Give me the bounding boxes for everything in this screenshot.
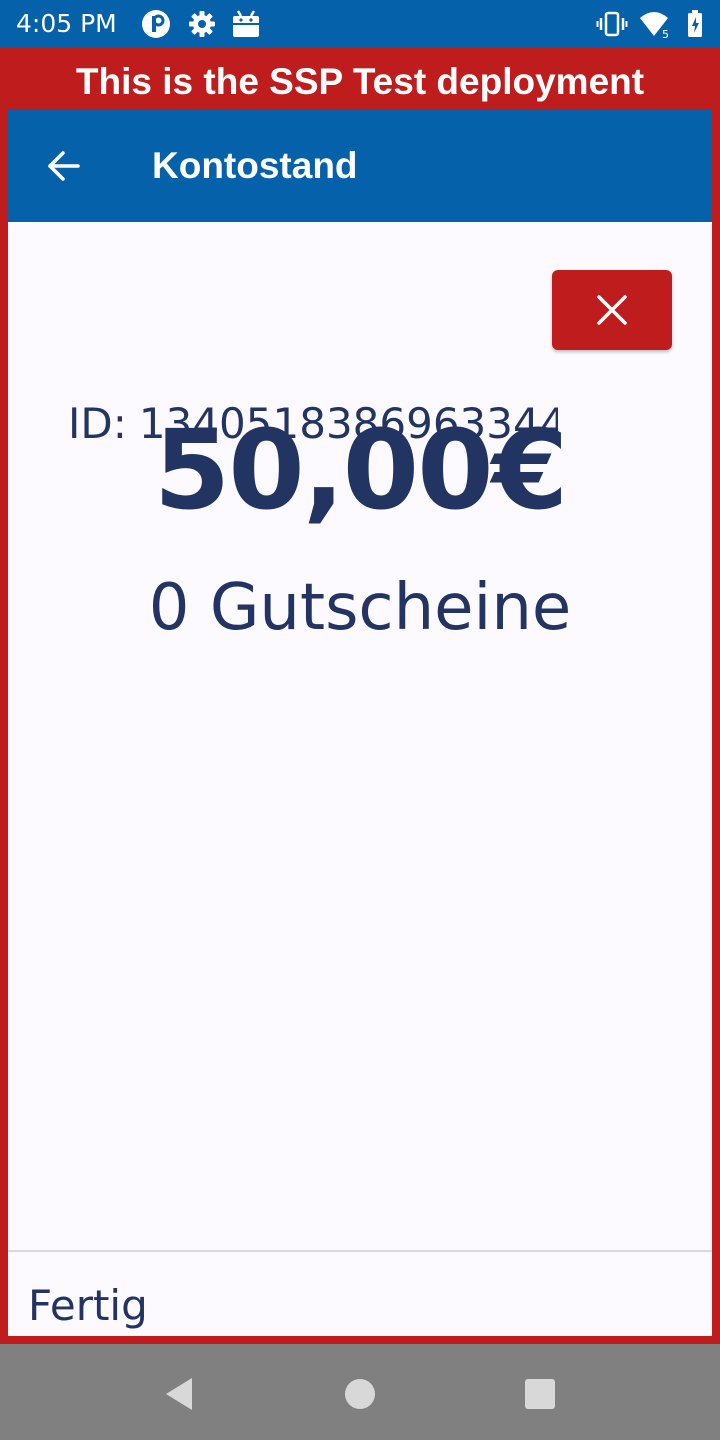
back-triangle-icon[interactable] bbox=[162, 1376, 198, 1412]
status-bar: 4:05 PM 5 bbox=[0, 0, 720, 48]
app-p-icon bbox=[140, 8, 172, 40]
banner-text: This is the SSP Test deployment bbox=[75, 61, 645, 102]
home-circle-icon[interactable] bbox=[342, 1376, 378, 1412]
android-icon bbox=[230, 8, 262, 40]
app-frame: Kontostand ID: 13405183869633447 50,00€ 0… bbox=[8, 110, 712, 1336]
vibrate-icon bbox=[596, 8, 628, 40]
gear-icon bbox=[186, 8, 218, 40]
status-time: 4:05 PM bbox=[16, 9, 117, 38]
battery-icon bbox=[684, 8, 708, 40]
divider bbox=[8, 1250, 712, 1252]
done-button[interactable]: Fertig bbox=[28, 1278, 148, 1334]
page-title: Kontostand bbox=[152, 145, 358, 186]
account-balance-content: ID: 13405183869633447 bbox=[8, 222, 712, 1250]
close-icon bbox=[597, 295, 627, 325]
balance-amount: 50,00€ bbox=[153, 406, 568, 534]
back-button[interactable] bbox=[36, 142, 92, 190]
voucher-count: 0 Gutscheine bbox=[148, 571, 572, 645]
navigation-bar bbox=[0, 1344, 720, 1440]
close-button[interactable] bbox=[552, 270, 672, 350]
wifi-badge: 5 bbox=[662, 28, 669, 40]
wifi-icon: 5 bbox=[638, 8, 674, 41]
test-deployment-banner: This is the SSP Test deployment bbox=[0, 48, 720, 110]
arrow-left-icon bbox=[48, 151, 80, 181]
app-bar: Kontostand bbox=[8, 110, 712, 222]
recents-square-icon[interactable] bbox=[522, 1376, 558, 1412]
